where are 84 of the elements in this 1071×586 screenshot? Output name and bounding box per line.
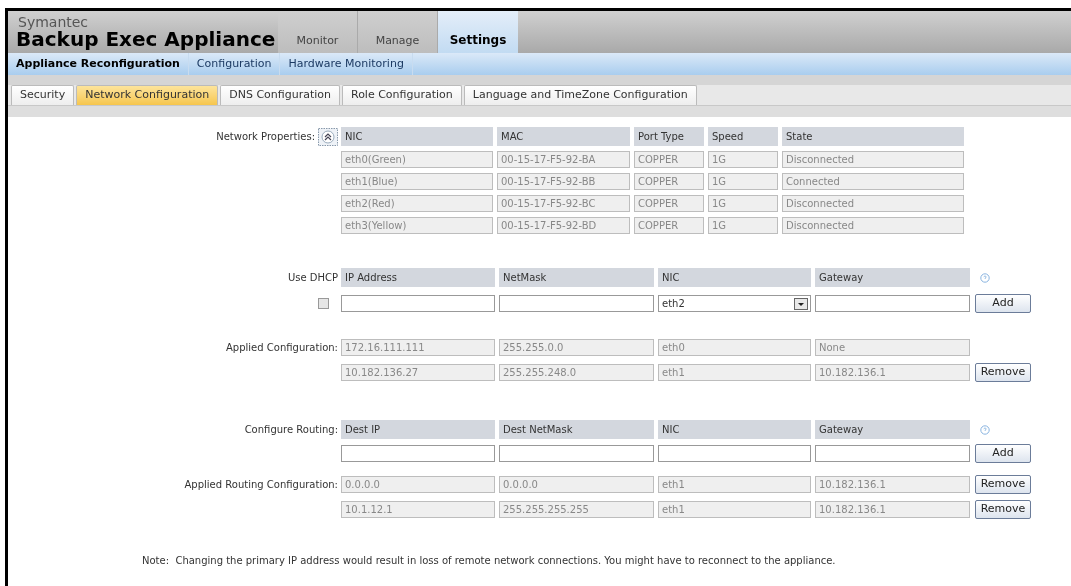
read-only-field: 10.182.136.1	[815, 501, 970, 518]
read-only-field: 172.16.111.111	[341, 339, 495, 356]
column-header: Dest IP	[341, 420, 495, 439]
read-only-field: 0.0.0.0	[499, 476, 654, 493]
button[interactable]: Add	[975, 444, 1031, 463]
column-header: Speed	[708, 127, 778, 146]
input-field[interactable]	[341, 295, 495, 312]
read-only-field: eth3(Yellow)	[341, 217, 493, 234]
brand-subtitle: Symantec	[18, 15, 89, 29]
read-only-field: 255.255.248.0	[499, 364, 654, 381]
column-header: NetMask	[499, 268, 654, 287]
collapse-icon[interactable]	[318, 127, 338, 146]
read-only-field: COPPER	[634, 217, 704, 234]
column-header: NIC	[341, 127, 493, 146]
dropdown[interactable]: eth2	[658, 295, 811, 312]
form-label: Applied Configuration:	[226, 341, 338, 355]
read-only-field: None	[815, 339, 970, 356]
column-header: NIC	[658, 420, 811, 439]
tab[interactable]: DNS Configuration	[220, 85, 340, 105]
read-only-field: Connected	[782, 173, 964, 190]
read-only-field: 1G	[708, 195, 778, 212]
column-header: Gateway	[815, 420, 970, 439]
input-field[interactable]	[499, 295, 654, 312]
read-only-field: 00-15-17-F5-92-BA	[497, 151, 630, 168]
read-only-field: 0.0.0.0	[341, 476, 495, 493]
read-only-field: eth2(Red)	[341, 195, 493, 212]
main-tab[interactable]: Monitor	[278, 11, 358, 53]
read-only-field: 00-15-17-F5-92-BB	[497, 173, 630, 190]
read-only-field: 10.182.136.27	[341, 364, 495, 381]
form-label: Use DHCP	[287, 271, 338, 285]
checkbox[interactable]	[318, 298, 329, 309]
button[interactable]: Remove	[975, 500, 1031, 519]
read-only-field: 00-15-17-F5-92-BC	[497, 195, 630, 212]
button[interactable]: Remove	[975, 475, 1031, 494]
main-tab[interactable]: Manage	[358, 11, 438, 53]
read-only-field: eth1	[658, 501, 811, 518]
column-header: MAC	[497, 127, 630, 146]
column-header: Port Type	[634, 127, 704, 146]
button[interactable]: Remove	[975, 363, 1031, 382]
read-only-field: 00-15-17-F5-92-BD	[497, 217, 630, 234]
app-title: Backup Exec Appliance	[16, 29, 276, 49]
read-only-field: 10.1.12.1	[341, 501, 495, 518]
read-only-field: eth1	[658, 476, 811, 493]
note-text: Note: Changing the primary IP address would result in loss of remote network connections. You might have to reconnect to the appliance.	[141, 554, 837, 568]
tab[interactable]: Security	[11, 85, 75, 105]
input-field[interactable]	[815, 295, 970, 312]
help-icon[interactable]	[980, 272, 990, 283]
form-label: Configure Routing:	[244, 423, 338, 437]
tab[interactable]: Role Configuration	[342, 85, 462, 105]
column-header: IP Address	[341, 268, 495, 287]
read-only-field: 1G	[708, 217, 778, 234]
read-only-field: eth0(Green)	[341, 151, 493, 168]
read-only-field: 255.255.255.255	[499, 501, 654, 518]
button[interactable]: Add	[975, 294, 1031, 313]
form-label: Network Properties:	[216, 130, 315, 144]
column-header: Dest NetMask	[499, 420, 654, 439]
read-only-field: Disconnected	[782, 217, 964, 234]
column-header: State	[782, 127, 964, 146]
dropdown-value: eth2	[662, 297, 685, 311]
read-only-field: 1G	[708, 151, 778, 168]
caret-icon	[794, 297, 808, 310]
read-only-field: COPPER	[634, 195, 704, 212]
read-only-field: 10.182.136.1	[815, 476, 970, 493]
read-only-field: 10.182.136.1	[815, 364, 970, 381]
read-only-field: eth1(Blue)	[341, 173, 493, 190]
help-icon[interactable]	[980, 424, 990, 435]
input-field[interactable]	[341, 445, 495, 462]
input-field[interactable]	[815, 445, 970, 462]
tab[interactable]: Network Configuration	[76, 85, 219, 105]
main-tab[interactable]: Settings	[438, 11, 518, 53]
form-label: Applied Routing Configuration:	[184, 478, 338, 492]
read-only-field: COPPER	[634, 151, 704, 168]
read-only-field: 255.255.0.0	[499, 339, 654, 356]
tab[interactable]: Language and TimeZone Configuration	[463, 85, 697, 105]
read-only-field: eth1	[658, 364, 811, 381]
read-only-field: COPPER	[634, 173, 704, 190]
read-only-field: Disconnected	[782, 195, 964, 212]
input-field[interactable]	[499, 445, 654, 462]
column-header: NIC	[658, 268, 811, 287]
read-only-field: 1G	[708, 173, 778, 190]
column-header: Gateway	[815, 268, 970, 287]
read-only-field: eth0	[658, 339, 811, 356]
read-only-field: Disconnected	[782, 151, 964, 168]
input-field[interactable]	[658, 445, 811, 462]
